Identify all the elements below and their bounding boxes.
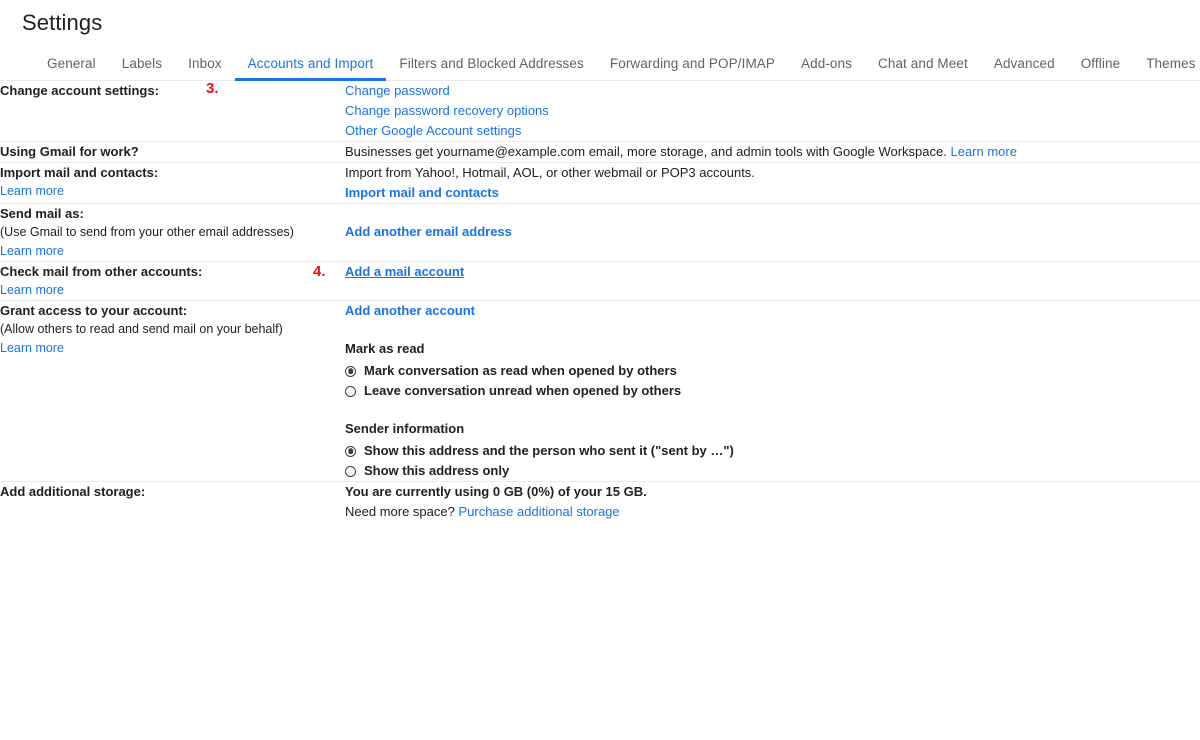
storage-usage-text: You are currently using 0 GB (0%) of you… [345, 484, 647, 499]
tab-general[interactable]: General [34, 56, 109, 81]
step-marker-4: 4. [313, 263, 326, 280]
settings-tabs: General Labels Inbox Accounts and Import… [0, 46, 1200, 81]
tabbar-wrapper: 3. General Labels Inbox Accounts and Imp… [0, 46, 1200, 97]
grant-access-learn-more-link[interactable]: Learn more [0, 341, 64, 355]
radio-show-address-and-person[interactable]: Show this address and the person who sen… [345, 441, 1200, 461]
using-gmail-for-work-label: Using Gmail for work? [0, 144, 139, 159]
mark-as-read-group: Mark as read Mark conversation as read w… [345, 339, 1200, 401]
tab-themes[interactable]: Themes [1133, 56, 1200, 81]
add-another-email-address-link[interactable]: Add another email address [345, 222, 512, 242]
import-mail-learn-more-link[interactable]: Learn more [0, 184, 64, 198]
section-grant-access: Grant access to your account: (Allow oth… [0, 300, 1200, 482]
page-header: Settings [0, 0, 1200, 46]
check-mail-label: Check mail from other accounts: [0, 264, 203, 279]
tab-inbox[interactable]: Inbox [175, 56, 235, 81]
send-mail-as-label: Send mail as: [0, 206, 84, 221]
add-another-account-link[interactable]: Add another account [345, 301, 475, 321]
tab-offline[interactable]: Offline [1068, 56, 1133, 81]
sender-information-group: Sender information Show this address and… [345, 419, 1200, 481]
section-add-additional-storage: Add additional storage: You are currentl… [0, 481, 1200, 522]
section-change-account-settings: Change account settings: Change password… [0, 81, 1200, 142]
page-title: Settings [22, 10, 103, 35]
radio-selected-icon[interactable] [345, 365, 356, 377]
radio-show-address-only[interactable]: Show this address only [345, 461, 1200, 481]
change-password-link[interactable]: Change password [345, 81, 450, 101]
radio-unselected-icon[interactable] [345, 465, 356, 477]
section-send-mail-as: Send mail as: (Use Gmail to send from yo… [0, 203, 1200, 262]
tab-add-ons[interactable]: Add-ons [788, 56, 865, 81]
need-more-space-text: Need more space? [345, 504, 455, 519]
change-account-settings-label: Change account settings: [0, 83, 159, 98]
section-using-gmail-for-work: Using Gmail for work? Businesses get you… [0, 141, 1200, 163]
send-mail-as-sublabel: (Use Gmail to send from your other email… [0, 225, 294, 239]
add-a-mail-account-link[interactable]: Add a mail account [345, 262, 464, 282]
radio-label-show-address-and-person: Show this address and the person who sen… [364, 443, 734, 458]
radio-selected-icon[interactable] [345, 445, 356, 457]
radio-label-show-address-only: Show this address only [364, 463, 510, 478]
section-import-mail-and-contacts: Import mail and contacts: Learn more Imp… [0, 162, 1200, 204]
tab-accounts-and-import[interactable]: Accounts and Import [234, 56, 387, 81]
purchase-additional-storage-link[interactable]: Purchase additional storage [458, 504, 619, 519]
grant-access-sublabel: (Allow others to read and send mail on y… [0, 322, 283, 336]
radio-label-mark-as-read: Mark conversation as read when opened by… [364, 363, 677, 378]
gmail-for-work-learn-more-link[interactable]: Learn more [950, 144, 1016, 159]
check-mail-learn-more-link[interactable]: Learn more [0, 283, 64, 297]
import-mail-description: Import from Yahoo!, Hotmail, AOL, or oth… [345, 165, 755, 180]
step-marker-3: 3. [206, 80, 219, 97]
radio-unselected-icon[interactable] [345, 385, 356, 397]
import-mail-and-contacts-action-link[interactable]: Import mail and contacts [345, 183, 499, 203]
tab-chat-and-meet[interactable]: Chat and Meet [865, 56, 981, 81]
tab-advanced[interactable]: Advanced [981, 56, 1068, 81]
tab-labels[interactable]: Labels [109, 56, 175, 81]
sender-information-title: Sender information [345, 421, 465, 436]
send-mail-as-learn-more-link[interactable]: Learn more [0, 244, 64, 258]
settings-content: Change account settings: Change password… [0, 81, 1200, 522]
mark-as-read-title: Mark as read [345, 341, 425, 356]
radio-leave-conversation-unread[interactable]: Leave conversation unread when opened by… [345, 381, 1200, 401]
tab-forwarding-and-pop-imap[interactable]: Forwarding and POP/IMAP [597, 56, 788, 81]
other-google-account-settings-link[interactable]: Other Google Account settings [345, 121, 521, 141]
tab-filters-and-blocked-addresses[interactable]: Filters and Blocked Addresses [386, 56, 597, 81]
gmail-for-work-description: Businesses get yourname@example.com emai… [345, 144, 947, 159]
grant-access-label: Grant access to your account: [0, 303, 188, 318]
import-mail-label: Import mail and contacts: [0, 165, 159, 180]
add-additional-storage-label: Add additional storage: [0, 484, 146, 499]
radio-mark-conversation-as-read[interactable]: Mark conversation as read when opened by… [345, 361, 1200, 381]
radio-label-leave-unread: Leave conversation unread when opened by… [364, 383, 682, 398]
change-password-recovery-options-link[interactable]: Change password recovery options [345, 101, 549, 121]
section-check-mail-from-other-accounts: Check mail from other accounts: Learn mo… [0, 261, 1200, 301]
